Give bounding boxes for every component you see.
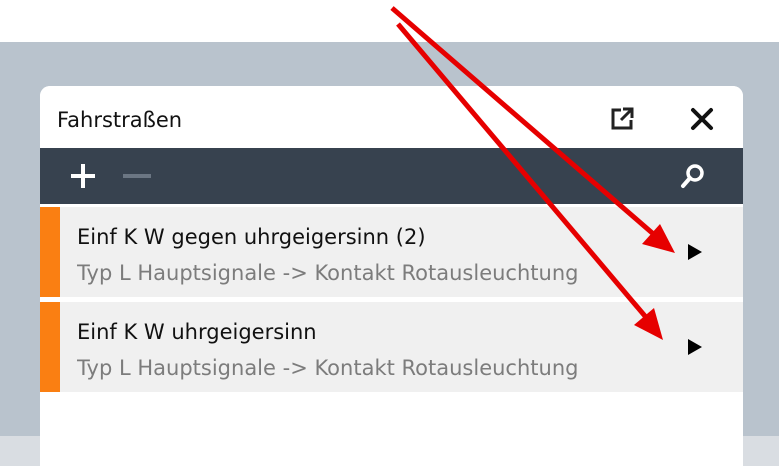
route-list-item[interactable]: Einf K W gegen uhrgeigersinn (2) Typ L H… bbox=[40, 207, 743, 297]
route-list-item[interactable]: Einf K W uhrgeigersinn Typ L Hauptsignal… bbox=[40, 302, 743, 392]
minus-icon bbox=[123, 174, 151, 178]
panel-header: Fahrstraßen bbox=[40, 86, 743, 148]
search-icon bbox=[681, 164, 704, 188]
add-route-button[interactable] bbox=[68, 161, 98, 191]
plus-icon bbox=[71, 164, 95, 188]
expand-arrow-icon[interactable] bbox=[688, 244, 702, 260]
route-status-bar bbox=[40, 207, 60, 297]
close-icon bbox=[691, 108, 713, 130]
search-button[interactable] bbox=[678, 161, 708, 191]
panel-toolbar bbox=[40, 148, 743, 204]
route-name: Einf K W uhrgeigersinn bbox=[77, 320, 317, 344]
route-status-bar bbox=[40, 302, 60, 392]
panel-title: Fahrstraßen bbox=[57, 108, 183, 132]
route-name: Einf K W gegen uhrgeigersinn (2) bbox=[77, 225, 426, 249]
remove-route-button[interactable] bbox=[120, 161, 154, 191]
expand-arrow-icon[interactable] bbox=[688, 339, 702, 355]
route-description: Typ L Hauptsignale -> Kontakt Rotausleuc… bbox=[77, 356, 579, 380]
popout-button[interactable] bbox=[608, 105, 636, 133]
external-link-icon bbox=[611, 107, 634, 130]
close-button[interactable] bbox=[688, 105, 716, 133]
routes-panel: Fahrstraßen Einf K W gegen uhrgeigersinn… bbox=[40, 86, 743, 476]
route-description: Typ L Hauptsignale -> Kontakt Rotausleuc… bbox=[77, 261, 579, 285]
